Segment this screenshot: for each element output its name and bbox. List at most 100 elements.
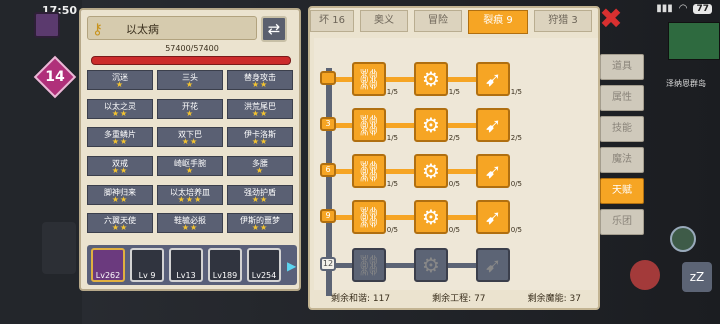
tab[interactable]: 冒险 [414, 10, 462, 32]
hero-portrait-bar: Lv254 Lv189 Lv13 Lv 9 Lv262 ▶ [87, 245, 297, 285]
food-icon[interactable] [630, 260, 660, 290]
minimap[interactable] [668, 22, 720, 60]
trait-cell[interactable]: 以太培养皿 ★★★ [157, 184, 223, 205]
trait-stars: ★ [185, 165, 195, 175]
trait-cell[interactable]: 崎岖手腕 ★ [157, 155, 223, 176]
trait-cell[interactable]: 伊卡洛斯 ★★ [227, 127, 293, 148]
trait-cell[interactable]: 强劲护盾 ★★ [227, 184, 293, 205]
chain-icon: ⛓ [356, 159, 382, 183]
hero-header: ⚷ 以太病 [87, 16, 257, 40]
skill-count: 1/5 [386, 88, 398, 96]
swap-icon: ⇄ [267, 20, 281, 38]
trait-stars: ★★ [111, 223, 129, 233]
trait-cell[interactable]: 开花 ★ [157, 98, 223, 119]
talent-skill[interactable]: ⛓ 1/5 [352, 108, 398, 142]
tab[interactable]: 狩猎 3 [534, 10, 592, 32]
skill-count: 0/5 [510, 226, 522, 234]
talent-skill[interactable]: ➹ 2/5 [476, 108, 522, 142]
talent-skill[interactable]: ⚙ 1/5 [414, 62, 460, 96]
talent-skill[interactable]: ⚙ 2/5 [414, 108, 460, 142]
side-menu-item[interactable]: 道具 [600, 54, 644, 80]
trait-stars: ★★ [111, 108, 129, 118]
gear-icon: ⚙ [422, 253, 440, 277]
talent-panel: 坏 16 奥义 冒险 裂痕 9 狩猎 3 ⛓ 1/5 ⚙ 1/5 ➹ 1/5 3 ⛓ 1/5 ⚙ 2/5 ➹ 2… [308, 6, 600, 310]
trait-cell[interactable]: 伊斯的噩梦 ★★ [227, 213, 293, 234]
talent-skill[interactable]: ⛓ 1/5 [352, 62, 398, 96]
tab[interactable]: 裂痕 9 [468, 10, 528, 34]
battery-indicator: 77 [693, 3, 712, 14]
chain-icon: ⛓ [356, 205, 382, 229]
trait-stars: ★★ [111, 165, 129, 175]
talent-skill[interactable]: ⚙ 0/5 [414, 154, 460, 188]
side-menu-item[interactable]: 技能 [600, 116, 644, 142]
trait-cell[interactable]: 脚神归来 ★★ [87, 184, 153, 205]
skill-count: 0/5 [448, 226, 460, 234]
hero-portrait[interactable]: Lv254 [247, 248, 281, 282]
portrait-level: Lv13 [176, 271, 196, 280]
claw-icon: ➹ [484, 159, 502, 183]
trait-cell[interactable]: 双下巴 ★★ [157, 127, 223, 148]
claw-icon: ➹ [484, 253, 502, 277]
player-avatar[interactable] [34, 12, 60, 38]
talent-tree: ⛓ 1/5 ⚙ 1/5 ➹ 1/5 3 ⛓ 1/5 ⚙ 2/5 ➹ 2/5 6 ⛓ 1/5 ⚙ 0/5 ➹ 0/5 9 ⛓… [314, 38, 598, 296]
side-menu-item[interactable]: 乐团 [600, 209, 644, 235]
gear-icon: ⚙ [422, 67, 440, 91]
trait-cell[interactable]: 多腰 ★ [227, 155, 293, 176]
talent-skill[interactable]: ⚙ [414, 248, 448, 282]
talent-skill[interactable]: ➹ [476, 248, 510, 282]
trait-stars: ★ [185, 108, 195, 118]
talent-skill[interactable]: ⚙ 0/5 [414, 200, 460, 234]
tab-bar: 坏 16 奥义 冒险 裂痕 9 狩猎 3 [310, 8, 602, 34]
trait-cell[interactable]: 多重鳞片 ★★ [87, 127, 153, 148]
swap-hero-button[interactable]: ⇄ [261, 16, 287, 42]
left-background-strip [0, 0, 82, 324]
trait-cell[interactable]: 三头 ★ [157, 70, 223, 90]
tab[interactable]: 坏 16 [310, 10, 354, 32]
tier-node [320, 71, 336, 85]
tier-node: 6 [320, 163, 336, 177]
shield-icon[interactable] [670, 226, 696, 252]
left-side-button[interactable] [42, 222, 76, 274]
skill-count: 0/5 [510, 180, 522, 188]
sleep-icon[interactable]: zZ [682, 262, 712, 292]
trait-cell[interactable]: 以太之灵 ★★ [87, 98, 153, 119]
wifi-icon: ◠ [678, 3, 688, 14]
trait-cell[interactable]: 双戒 ★★ [87, 155, 153, 176]
trait-cell[interactable]: 替身攻击 ★★ [227, 70, 293, 90]
hero-portrait[interactable]: Lv13 [169, 248, 203, 282]
claw-icon: ➹ [484, 113, 502, 137]
portrait-level: Lv189 [212, 271, 238, 280]
talent-skill[interactable]: ➹ 0/5 [476, 200, 522, 234]
trait-cell[interactable]: 鞋毓必报 ★★ [157, 213, 223, 234]
skill-count: 1/5 [448, 88, 460, 96]
trait-stars: ★★ [251, 108, 269, 118]
skill-count: 2/5 [448, 134, 460, 142]
gear-icon: ⚙ [422, 205, 440, 229]
side-menu-item[interactable]: 天赋 [600, 178, 644, 204]
hero-portrait[interactable]: Lv189 [208, 248, 242, 282]
tier-node: 9 [320, 209, 336, 223]
talent-skill[interactable]: ⛓ [352, 248, 386, 282]
trait-cell[interactable]: 洪荒尾巴 ★★ [227, 98, 293, 119]
tab[interactable]: 奥义 [360, 10, 408, 32]
trait-stars: ★ [255, 165, 265, 175]
trait-cell[interactable]: 六翼天使 ★★ [87, 213, 153, 234]
minimap-label: 泽纳恩群岛 [666, 79, 706, 88]
trait-cell[interactable]: 沉迷 ★ [87, 70, 153, 90]
talent-skill[interactable]: ⛓ 1/5 [352, 154, 398, 188]
skill-count: 2/5 [510, 134, 522, 142]
next-arrow-icon[interactable]: ▶ [287, 259, 296, 273]
hp-bar [91, 56, 291, 65]
claw-icon: ➹ [484, 67, 502, 91]
talent-skill[interactable]: ➹ 0/5 [476, 154, 522, 188]
magic-remaining: 剩余魔能: 37 [527, 294, 581, 304]
hero-portrait[interactable]: Lv262 [91, 248, 125, 282]
skill-count: 1/5 [386, 180, 398, 188]
talent-skill[interactable]: ➹ 1/5 [476, 62, 522, 96]
side-menu-item[interactable]: 属性 [600, 85, 644, 111]
talent-skill[interactable]: ⛓ 0/5 [352, 200, 398, 234]
close-icon[interactable]: ✖ [598, 5, 624, 33]
side-menu-item[interactable]: 魔法 [600, 147, 644, 173]
hp-text: 57400/57400 [165, 44, 219, 53]
hero-portrait[interactable]: Lv 9 [130, 248, 164, 282]
